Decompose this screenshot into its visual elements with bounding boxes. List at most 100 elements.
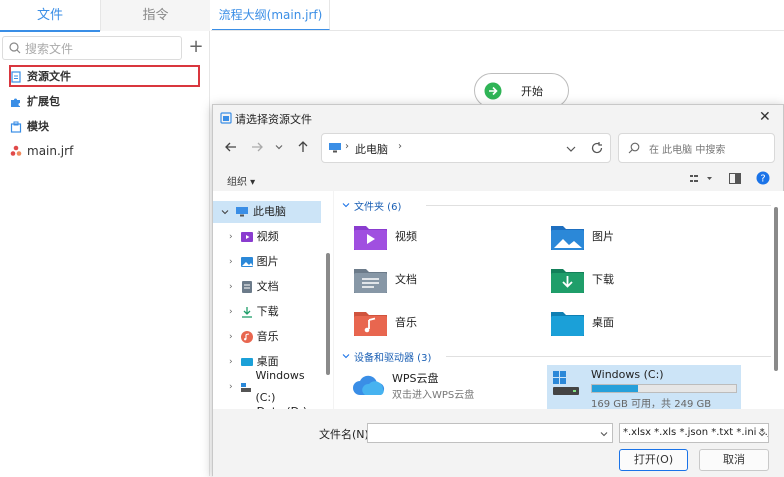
refresh-icon[interactable] — [590, 141, 604, 155]
desktop-folder-icon — [551, 312, 584, 336]
nav-item-label: 音乐 — [256, 330, 279, 343]
nav-item-label: 文档 — [256, 280, 279, 293]
chevron-down-icon[interactable] — [566, 144, 576, 154]
nav-item-this-pc[interactable]: 此电脑 — [213, 201, 321, 223]
folder-search-placeholder: 在 此电脑 中搜索 — [649, 145, 726, 156]
drive-icon — [240, 383, 252, 392]
help-icon[interactable]: ? — [756, 171, 770, 185]
nav-item-label: 视频 — [256, 230, 279, 243]
chevron-right-icon: › — [229, 282, 233, 292]
active-tab-underline — [0, 30, 100, 32]
organize-menu[interactable]: 组织 ▾ — [227, 173, 255, 188]
chevron-down-icon[interactable] — [342, 352, 350, 360]
nav-item-music[interactable]: › 音乐 — [213, 326, 321, 348]
address-path[interactable]: 此电脑 — [355, 141, 388, 157]
content-scrollbar[interactable] — [774, 207, 778, 371]
folder-desktop[interactable]: 桌面 — [551, 308, 614, 336]
nav-item-label: 下载 — [256, 305, 279, 318]
start-arrow-icon — [484, 82, 502, 100]
nav-item-label: 此电脑 — [253, 205, 286, 218]
nav-item-label: 图片 — [256, 255, 279, 268]
folder-music[interactable]: 音乐 — [354, 308, 417, 336]
file-type-filter[interactable]: *.xlsx *.xls *.json *.txt *.ini *.jpe — [619, 423, 769, 443]
forward-button[interactable] — [247, 137, 267, 157]
folder-label: 图片 — [592, 230, 614, 243]
desktop-folder-icon — [240, 358, 253, 366]
arrow-left-icon — [225, 142, 236, 152]
folder-label: 视频 — [395, 230, 417, 243]
music-folder-icon — [354, 312, 387, 336]
nav-item-windows-c[interactable]: › Windows (C:) — [213, 369, 321, 404]
file-type-filter-value: *.xlsx *.xls *.json *.txt *.ini *.jpe — [623, 427, 769, 438]
up-button[interactable] — [293, 137, 313, 157]
tree-item-modules[interactable]: 模块 — [10, 117, 49, 137]
search-input[interactable]: 搜索文件 — [2, 36, 182, 60]
nav-item-label: Data (D:) — [257, 401, 308, 409]
address-separator: › — [345, 141, 349, 152]
folders-group-header[interactable]: 文件夹 (6) — [354, 198, 401, 213]
nav-item-downloads[interactable]: › 下载 — [213, 301, 321, 323]
cancel-button[interactable]: 取消 — [699, 449, 769, 471]
tab-files[interactable]: 文件 — [0, 0, 100, 31]
tree-item-resources[interactable]: 资源文件 — [10, 67, 71, 87]
chevron-right-icon: › — [229, 357, 233, 367]
chevron-right-icon: › — [229, 232, 233, 242]
nav-item-videos[interactable]: › 视频 — [213, 226, 321, 248]
folder-pictures[interactable]: 图片 — [551, 222, 614, 250]
folder-documents[interactable]: 文档 — [354, 265, 417, 293]
folder-videos[interactable]: 视频 — [354, 222, 417, 250]
document-folder-icon — [354, 269, 387, 293]
search-icon — [9, 42, 21, 54]
drive-wps-cloud[interactable]: WPS云盘 双击进入WPS云盘 — [352, 369, 532, 405]
start-node[interactable]: 开始 — [474, 73, 569, 108]
folder-downloads[interactable]: 下载 — [551, 265, 614, 293]
file-panel: 文件 指令 搜索文件 + 资源文件 扩展包 模块 main.jrf — [0, 0, 210, 476]
chevron-right-icon: › — [229, 332, 233, 342]
editor-tab-bar-border — [211, 30, 784, 31]
filename-input[interactable] — [367, 423, 613, 443]
search-placeholder: 搜索文件 — [25, 42, 74, 56]
chevron-down-icon — [758, 432, 766, 437]
nav-item-data-d[interactable]: › Data (D:) — [213, 401, 321, 409]
windows-drive-icon — [553, 371, 579, 395]
chevron-down-icon[interactable] — [600, 430, 608, 438]
download-icon — [241, 307, 252, 318]
chevron-down-icon[interactable] — [342, 201, 350, 209]
back-button[interactable] — [221, 137, 241, 157]
content-pane: 文件夹 (6) 视频 图片 文档 下载 音乐 桌面 设备和驱动器 (3) WPS… — [334, 191, 784, 409]
nav-item-documents[interactable]: › 文档 — [213, 276, 321, 298]
arrow-right-icon — [252, 142, 263, 152]
address-bar[interactable]: › 此电脑 › — [321, 133, 611, 163]
view-options-icon[interactable] — [690, 174, 714, 184]
chevron-right-icon: › — [229, 307, 233, 317]
video-folder-icon — [354, 226, 387, 250]
chevron-right-icon: › — [229, 401, 233, 409]
drive-usage-fill — [592, 385, 639, 392]
group-divider — [426, 205, 771, 206]
drive-subtitle: 169 GB 可用，共 249 GB — [591, 399, 712, 409]
close-button[interactable]: ✕ — [759, 109, 771, 125]
music-folder-icon — [240, 331, 253, 343]
chevron-down-icon — [221, 210, 229, 215]
tree-item-label: 资源文件 — [27, 70, 71, 83]
tree-item-main-jrf[interactable]: main.jrf — [10, 141, 73, 161]
tree-item-extensions[interactable]: 扩展包 — [10, 92, 60, 112]
tab-commands[interactable]: 指令 — [100, 0, 210, 31]
picture-folder-icon — [551, 226, 584, 250]
recent-dropdown-button[interactable] — [269, 137, 289, 157]
puzzle-icon — [11, 98, 20, 107]
editor-tab-main[interactable]: 流程大纲(main.jrf) — [212, 0, 330, 30]
drive-name: Windows (C:) — [591, 368, 664, 381]
dialog-app-icon — [220, 112, 232, 124]
open-button[interactable]: 打开(O) — [619, 449, 688, 471]
chevron-down-icon — [275, 145, 283, 150]
nav-scrollbar[interactable] — [326, 253, 330, 375]
preview-pane-icon[interactable] — [729, 173, 741, 184]
folder-search-input[interactable]: 在 此电脑 中搜索 — [618, 133, 775, 163]
nav-item-pictures[interactable]: › 图片 — [213, 251, 321, 273]
drive-windows-c[interactable]: Windows (C:) 169 GB 可用，共 249 GB — [547, 365, 741, 409]
add-button[interactable]: + — [188, 36, 204, 58]
drives-group-header[interactable]: 设备和驱动器 (3) — [354, 349, 431, 364]
dialog-title: 请选择资源文件 — [235, 113, 312, 126]
drive-usage-bar — [591, 384, 737, 393]
